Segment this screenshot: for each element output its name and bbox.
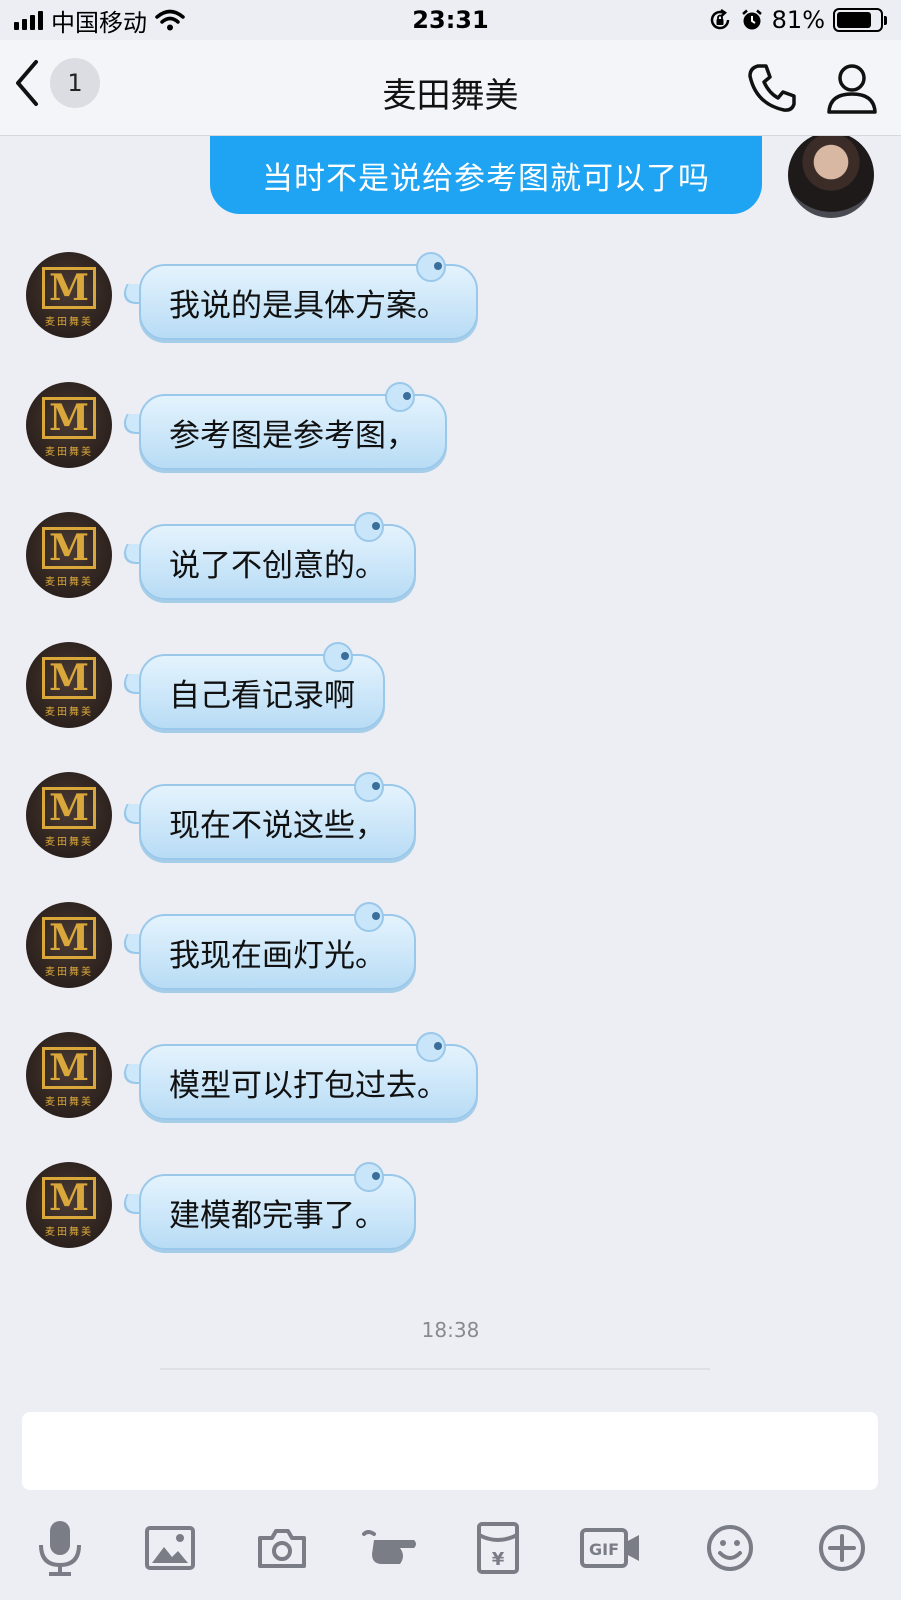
- red-packet-icon: ¥: [477, 1522, 519, 1574]
- emoji-button[interactable]: [700, 1518, 760, 1578]
- contact-avatar[interactable]: M 麦田舞美: [26, 252, 112, 338]
- contact-avatar[interactable]: M 麦田舞美: [26, 382, 112, 468]
- contact-avatar[interactable]: M 麦田舞美: [26, 1162, 112, 1248]
- poke-icon: [362, 1530, 416, 1564]
- partial-message-peek: [160, 1368, 710, 1370]
- battery-percent: 81%: [771, 6, 825, 34]
- bubble-eye: [434, 1042, 442, 1050]
- wifi-icon: [155, 9, 185, 31]
- image-icon: [145, 1526, 195, 1570]
- gif-button[interactable]: GIF: [576, 1518, 646, 1578]
- my-avatar[interactable]: [788, 136, 874, 218]
- svg-text:GIF: GIF: [589, 1540, 619, 1559]
- bubble-eye: [372, 782, 380, 790]
- profile-icon[interactable]: [824, 60, 880, 116]
- bubble-eye: [372, 1172, 380, 1180]
- camera-icon: [258, 1529, 306, 1568]
- bubble-eye: [341, 652, 349, 660]
- bubble-eye: [403, 392, 411, 400]
- message-outgoing: 当时不是说给参考图就可以了吗: [210, 136, 762, 214]
- signal-icon: [14, 10, 43, 30]
- emoji-icon: [707, 1525, 753, 1571]
- bubble-eye: [372, 522, 380, 530]
- poke-button[interactable]: [360, 1518, 420, 1578]
- carrier-label: 中国移动: [51, 8, 147, 37]
- orientation-lock-icon: [710, 8, 729, 30]
- phone-icon[interactable]: [744, 60, 800, 116]
- status-left: 中国移动: [14, 3, 185, 38]
- plus-icon: [819, 1525, 865, 1571]
- gif-icon: GIF: [580, 1528, 639, 1568]
- bubble-eye: [434, 262, 442, 270]
- status-right: 81%: [708, 6, 887, 34]
- status-bar: 中国移动 23:31 81%: [0, 0, 901, 40]
- image-button[interactable]: [140, 1518, 200, 1578]
- contact-avatar[interactable]: M 麦田舞美: [26, 1032, 112, 1118]
- voice-button[interactable]: [30, 1518, 90, 1578]
- input-toolbar: ¥ GIF: [0, 1508, 901, 1588]
- alarm-icon: [741, 9, 762, 30]
- red-packet-button[interactable]: ¥: [468, 1518, 528, 1578]
- message-timestamp: 18:38: [421, 1318, 480, 1342]
- bubble-eye: [372, 912, 380, 920]
- contact-avatar[interactable]: M 麦田舞美: [26, 642, 112, 728]
- more-button[interactable]: [812, 1518, 872, 1578]
- svg-text:¥: ¥: [492, 1549, 505, 1570]
- chat-header: 1 麦田舞美: [0, 40, 901, 136]
- microphone-icon: [39, 1521, 81, 1576]
- message-list[interactable]: 当时不是说给参考图就可以了吗 M 麦田舞美 我说的是具体方案。 M 麦田舞美 参考图…: [0, 136, 901, 1390]
- battery-icon: [833, 8, 887, 32]
- contact-avatar[interactable]: M 麦田舞美: [26, 772, 112, 858]
- message-bubble-outgoing[interactable]: 当时不是说给参考图就可以了吗: [210, 136, 762, 214]
- camera-button[interactable]: [252, 1518, 312, 1578]
- contact-avatar[interactable]: M 麦田舞美: [26, 512, 112, 598]
- message-input[interactable]: [22, 1412, 878, 1490]
- contact-avatar[interactable]: M 麦田舞美: [26, 902, 112, 988]
